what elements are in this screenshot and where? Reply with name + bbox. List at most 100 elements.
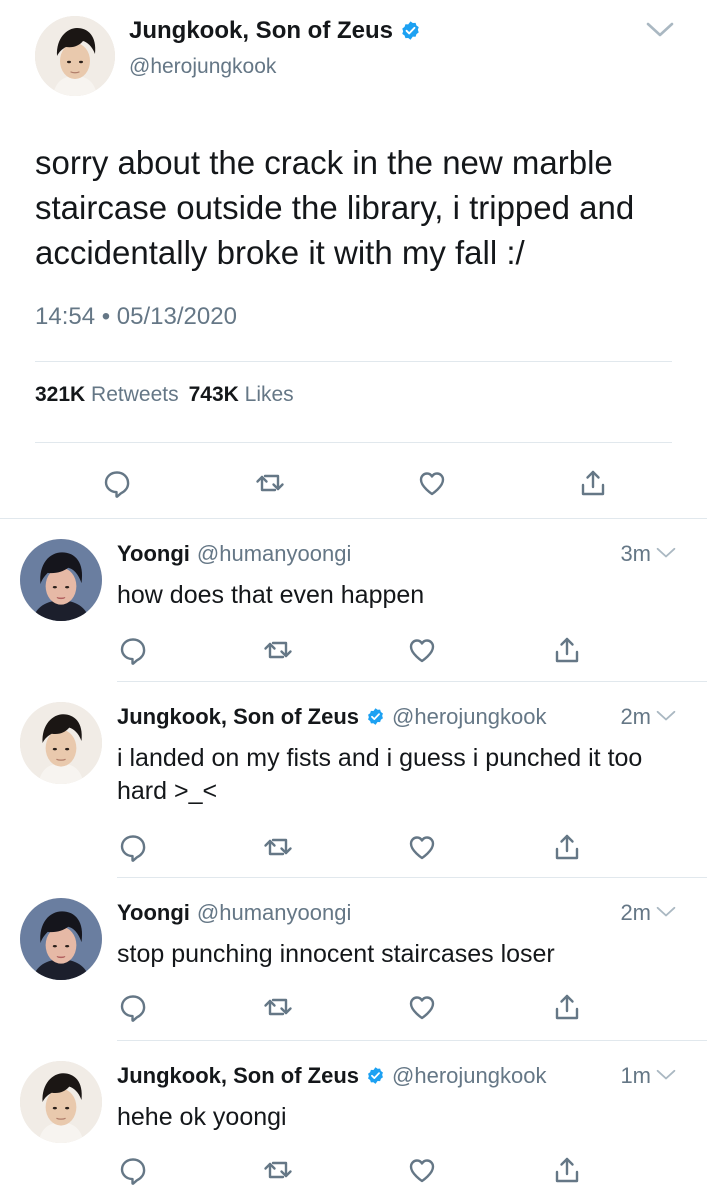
author-name-row[interactable]: Jungkook, Son of Zeus <box>129 17 421 45</box>
verified-badge-icon <box>366 707 385 726</box>
retweet-icon <box>262 831 294 863</box>
verified-badge-icon <box>400 20 421 41</box>
divider <box>35 442 672 443</box>
reply-icon <box>117 634 149 666</box>
reply-time: 3m <box>620 541 651 566</box>
avatar[interactable] <box>20 539 102 621</box>
reply-time-row: 3m <box>620 541 677 567</box>
share-icon <box>551 831 583 863</box>
reply-time: 1m <box>620 1063 651 1088</box>
like-icon <box>406 991 438 1023</box>
reply-button[interactable] <box>117 831 149 863</box>
profile-photo <box>20 539 102 621</box>
retweet-button[interactable] <box>262 634 294 666</box>
reply-time-row: 2m <box>620 704 677 730</box>
reply-time: 2m <box>620 900 651 925</box>
retweet-icon <box>262 991 294 1023</box>
likes-stat[interactable]: 743K Likes <box>189 383 294 406</box>
like-button[interactable] <box>416 467 448 499</box>
reply-icon <box>117 991 149 1023</box>
retweet-button[interactable] <box>262 831 294 863</box>
reply-author-name[interactable]: Jungkook, Son of Zeus <box>117 1063 359 1088</box>
reply-author-row[interactable]: Yoongi @humanyoongi <box>117 900 351 926</box>
author-handle[interactable]: @herojungkook <box>129 55 276 79</box>
author-name[interactable]: Jungkook, Son of Zeus <box>129 17 393 44</box>
retweets-label: Retweets <box>91 383 179 406</box>
likes-count: 743K <box>188 383 239 406</box>
reply-button[interactable] <box>101 467 133 499</box>
like-button[interactable] <box>406 831 438 863</box>
reply-button[interactable] <box>117 1154 149 1186</box>
chevron-down-icon[interactable] <box>655 905 677 919</box>
avatar[interactable] <box>20 702 102 784</box>
reply-icon <box>117 831 149 863</box>
reply-author-row[interactable]: Jungkook, Son of Zeus @herojungkook <box>117 1063 546 1089</box>
share-button[interactable] <box>551 634 583 666</box>
reply-author-name[interactable]: Jungkook, Son of Zeus <box>117 704 359 729</box>
reply-text: hehe ok yoongi <box>117 1103 287 1131</box>
share-button[interactable] <box>551 991 583 1023</box>
like-icon <box>406 1154 438 1186</box>
like-icon <box>416 467 448 499</box>
retweets-stat[interactable]: 321K Retweets <box>35 383 179 406</box>
profile-photo <box>20 702 102 784</box>
chevron-down-icon[interactable] <box>645 20 675 40</box>
tweet-stats: 321K Retweets 743K Likes <box>35 383 294 407</box>
reply-time: 2m <box>620 704 651 729</box>
reply-tweet[interactable]: Jungkook, Son of Zeus @herojungkook 2m i … <box>0 682 707 877</box>
reply-author-row[interactable]: Yoongi @humanyoongi <box>117 541 351 567</box>
reply-author-name[interactable]: Yoongi <box>117 541 190 566</box>
verified-badge-icon <box>366 1066 385 1085</box>
reply-tweet[interactable]: Yoongi @humanyoongi 2m stop punching inno… <box>0 878 707 1039</box>
like-icon <box>406 634 438 666</box>
reply-icon <box>101 467 133 499</box>
tweet-timestamp: 14:54 • 05/13/2020 <box>35 303 237 330</box>
like-button[interactable] <box>406 1154 438 1186</box>
retweet-icon <box>262 634 294 666</box>
share-icon <box>551 634 583 666</box>
profile-photo <box>35 16 115 96</box>
avatar[interactable] <box>20 898 102 980</box>
share-button[interactable] <box>551 1154 583 1186</box>
retweet-icon <box>262 1154 294 1186</box>
like-button[interactable] <box>406 991 438 1023</box>
retweet-button[interactable] <box>262 1154 294 1186</box>
reply-author-handle[interactable]: @humanyoongi <box>197 900 351 925</box>
likes-label: Likes <box>244 383 294 406</box>
reply-button[interactable] <box>117 634 149 666</box>
profile-photo <box>20 1061 102 1143</box>
like-button[interactable] <box>406 634 438 666</box>
reply-text: stop punching innocent staircases loser <box>117 940 555 968</box>
chevron-down-icon[interactable] <box>655 546 677 560</box>
like-icon <box>406 831 438 863</box>
reply-author-handle[interactable]: @herojungkook <box>392 1063 546 1088</box>
reply-time-row: 2m <box>620 900 677 926</box>
tweet-text: sorry about the crack in the new marble … <box>35 144 635 271</box>
reply-text: how does that even happen <box>117 581 425 609</box>
chevron-down-icon[interactable] <box>655 709 677 723</box>
reply-time-row: 1m <box>620 1063 677 1089</box>
reply-tweet[interactable]: Jungkook, Son of Zeus @herojungkook 1m he… <box>0 1041 707 1200</box>
share-icon <box>577 467 609 499</box>
retweet-icon <box>254 467 286 499</box>
retweet-button[interactable] <box>254 467 286 499</box>
divider <box>35 361 672 362</box>
share-button[interactable] <box>551 831 583 863</box>
share-button[interactable] <box>577 467 609 499</box>
retweet-button[interactable] <box>262 991 294 1023</box>
avatar[interactable] <box>35 16 115 96</box>
share-icon <box>551 991 583 1023</box>
reply-author-handle[interactable]: @humanyoongi <box>197 541 351 566</box>
avatar[interactable] <box>20 1061 102 1143</box>
reply-icon <box>117 1154 149 1186</box>
reply-author-handle[interactable]: @herojungkook <box>392 704 546 729</box>
retweets-count: 321K <box>35 383 86 406</box>
reply-tweet[interactable]: Yoongi @humanyoongi 3m how does that even… <box>0 519 707 680</box>
reply-text: i landed on my fists and i guess i punch… <box>117 744 643 805</box>
profile-photo <box>20 898 102 980</box>
reply-author-name[interactable]: Yoongi <box>117 900 190 925</box>
reply-author-row[interactable]: Jungkook, Son of Zeus @herojungkook <box>117 704 546 730</box>
chevron-down-icon[interactable] <box>655 1068 677 1082</box>
reply-button[interactable] <box>117 991 149 1023</box>
share-icon <box>551 1154 583 1186</box>
